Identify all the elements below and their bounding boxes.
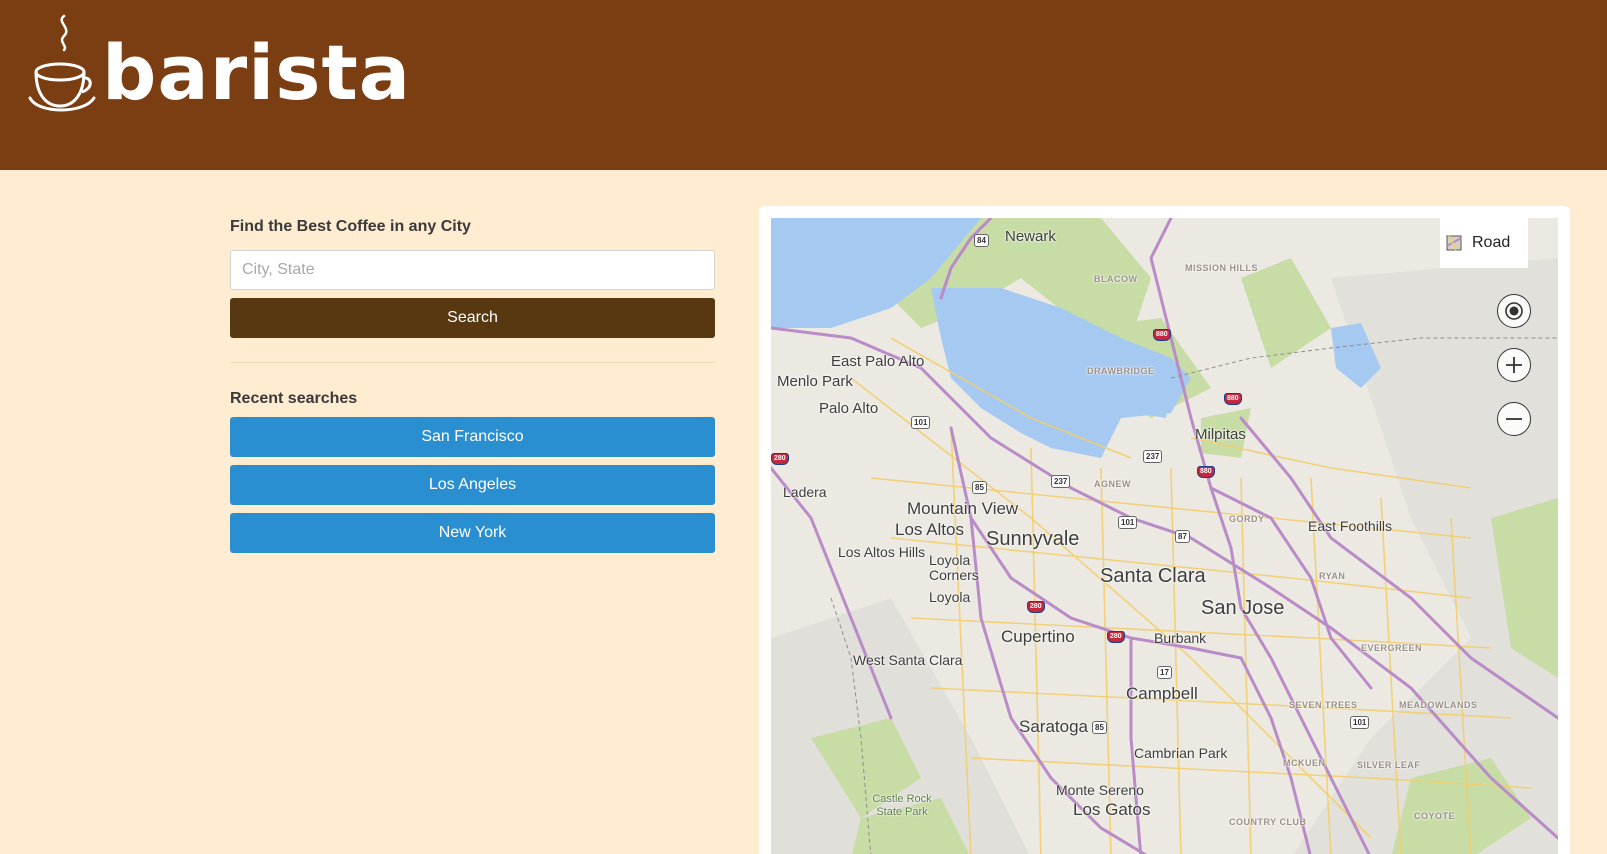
map-hood-gordy: GORDY xyxy=(1229,514,1265,524)
interstate-shield-880-b: 880 xyxy=(1224,393,1242,405)
recent-searches-list: San Francisco Los Angeles New York xyxy=(230,417,715,553)
highway-shield-101: 101 xyxy=(911,416,931,429)
interstate-shield-880: 880 xyxy=(1153,329,1171,341)
map-style-label: Road xyxy=(1472,234,1511,251)
map-canvas[interactable]: Newark East Palo Alto Menlo Park Palo Al… xyxy=(771,218,1558,854)
map-label-burbank: Burbank xyxy=(1154,630,1207,646)
map-label-saratoga: Saratoga xyxy=(1019,717,1088,736)
map-hood-evergreen: EVERGREEN xyxy=(1361,643,1423,653)
map-label-menlo-park: Menlo Park xyxy=(777,373,853,390)
map-hood-ryan: RYAN xyxy=(1319,571,1346,581)
highway-shield-85-b: 85 xyxy=(1092,721,1107,734)
highway-shield-101-c: 101 xyxy=(1350,716,1370,729)
highway-shield-85: 85 xyxy=(972,481,987,494)
zoom-in-button[interactable] xyxy=(1497,348,1531,382)
map-hood-blacow: BLACOW xyxy=(1094,274,1138,284)
recent-searches-title: Recent searches xyxy=(230,390,358,407)
interstate-shield-280: 280 xyxy=(1027,601,1045,613)
map-label-ladera: Ladera xyxy=(783,484,827,500)
zoom-out-icon xyxy=(1506,418,1522,420)
map-hood-mckuen: MCKUEN xyxy=(1283,758,1326,768)
locate-me-button[interactable] xyxy=(1497,294,1531,328)
zoom-in-icon xyxy=(1506,357,1522,373)
map-hood-silver-leaf: SILVER LEAF xyxy=(1357,760,1421,770)
brand-logo[interactable]: barista xyxy=(28,12,411,116)
app-header: barista xyxy=(0,0,1607,170)
map-card: Newark East Palo Alto Menlo Park Palo Al… xyxy=(759,206,1570,854)
search-button[interactable]: Search xyxy=(230,298,715,338)
divider xyxy=(230,362,715,363)
recent-search-san-francisco[interactable]: San Francisco xyxy=(230,417,715,457)
brand-name: barista xyxy=(102,28,412,117)
map-label-west-santa-clara: West Santa Clara xyxy=(853,652,963,668)
locate-icon xyxy=(1505,302,1523,320)
highway-shield-237: 237 xyxy=(1143,450,1163,463)
interstate-shield-280-c: 280 xyxy=(771,453,789,465)
map-label-monte-sereno: Monte Sereno xyxy=(1056,782,1144,798)
search-title: Find the Best Coffee in any City xyxy=(230,218,471,235)
map-label-east-palo-alto: East Palo Alto xyxy=(831,353,925,370)
road-map-icon xyxy=(1446,235,1462,251)
map-hood-mission-hills: MISSION HILLS xyxy=(1185,263,1259,273)
map-label-castle-rock-state-park: Castle Rock State Park xyxy=(872,793,932,818)
map-hood-coyote: COYOTE xyxy=(1414,811,1456,821)
map-label-mountain-view: Mountain View xyxy=(907,499,1019,518)
coffee-cup-icon xyxy=(28,14,96,112)
recent-search-los-angeles[interactable]: Los Angeles xyxy=(230,465,715,505)
map-label-newark: Newark xyxy=(1005,228,1056,245)
map-label-santa-clara: Santa Clara xyxy=(1100,565,1206,587)
interstate-shield-880-c: 880 xyxy=(1197,466,1215,478)
map-label-san-jose: San Jose xyxy=(1201,597,1285,619)
recent-search-new-york[interactable]: New York xyxy=(230,513,715,553)
map-label-los-gatos: Los Gatos xyxy=(1073,800,1151,819)
map-label-milpitas: Milpitas xyxy=(1195,426,1246,443)
highway-shield-84: 84 xyxy=(974,234,989,247)
highway-shield-101-b: 101 xyxy=(1118,516,1138,529)
city-search-input[interactable] xyxy=(230,250,715,290)
map-hood-seven-trees: SEVEN TREES xyxy=(1289,700,1358,710)
map-hood-meadowlands: MEADOWLANDS xyxy=(1399,700,1478,710)
map-label-loyola-corners: Loyola Corners xyxy=(929,552,979,583)
map-hood-agnew: AGNEW xyxy=(1094,479,1131,489)
map-label-loyola: Loyola xyxy=(929,589,971,605)
map-label-palo-alto: Palo Alto xyxy=(819,400,879,417)
highway-shield-87: 87 xyxy=(1175,530,1190,543)
map-style-toggle[interactable]: Road xyxy=(1440,218,1528,268)
map-label-campbell: Campbell xyxy=(1126,684,1198,703)
interstate-shield-280-b: 280 xyxy=(1107,631,1125,643)
search-panel: Find the Best Coffee in any City Search … xyxy=(230,218,715,561)
map-label-cambrian-park: Cambrian Park xyxy=(1134,745,1228,761)
map-label-cupertino: Cupertino xyxy=(1001,627,1075,646)
map-label-los-altos: Los Altos xyxy=(895,520,964,539)
map-label-east-foothills: East Foothills xyxy=(1308,518,1393,534)
map-hood-country-club: COUNTRY CLUB xyxy=(1229,817,1307,827)
highway-shield-237-b: 237 xyxy=(1051,475,1071,488)
map-label-sunnyvale: Sunnyvale xyxy=(986,528,1080,550)
map-label-los-altos-hills: Los Altos Hills xyxy=(838,544,926,560)
map-hood-drawbridge: DRAWBRIDGE xyxy=(1087,366,1155,376)
highway-shield-17: 17 xyxy=(1157,666,1172,679)
zoom-out-button[interactable] xyxy=(1497,402,1531,436)
